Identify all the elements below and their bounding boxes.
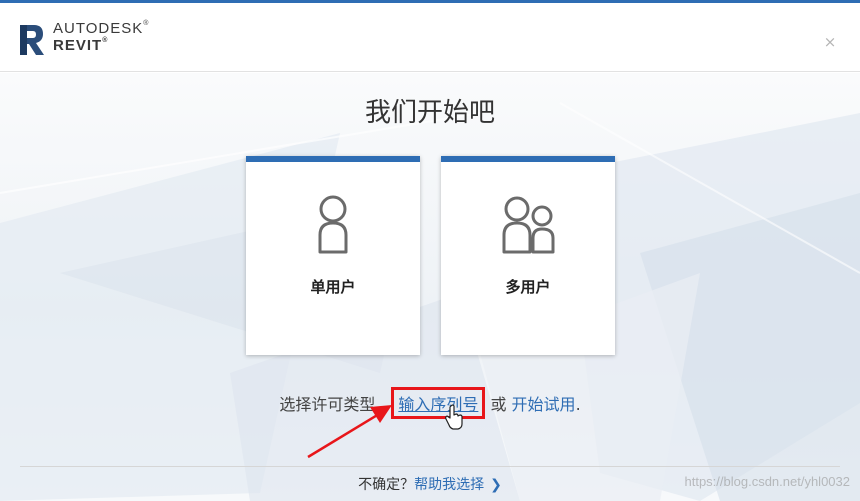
background-art [0,102,860,501]
multi-user-card[interactable]: 多用户 [441,156,615,355]
revit-logo-icon [20,25,44,55]
help-me-choose-link[interactable]: 帮助我选择 [414,477,484,493]
page-title: 我们开始吧 [364,98,495,128]
single-user-card[interactable]: 单用户 [246,156,420,355]
header: AUTODESK® REVIT® × [0,3,860,72]
enter-serial-link[interactable]: 输入序列号 [391,387,486,419]
multi-user-icon [502,196,555,254]
or-text: 或 [485,395,512,414]
multi-user-label: 多用户 [505,278,551,296]
watermark: https://blog.csdn.net/yhl0032 [684,474,850,489]
period-text: . [575,395,581,414]
hand-cursor-icon [445,404,463,430]
single-user-icon [318,195,348,254]
license-prompt-text: 选择许可类型， [279,395,392,414]
main-content [0,73,860,501]
chevron-right-icon[interactable]: ❯ [490,477,502,493]
start-trial-link[interactable]: 开始试用 [512,395,576,414]
close-button[interactable]: × [820,32,840,52]
brand-autodesk: AUTODESK [53,20,144,37]
unsure-text: 不确定？ [358,477,415,493]
footer-divider [20,466,840,467]
single-user-label: 单用户 [310,278,356,296]
brand-revit: REVIT [53,37,103,54]
license-type-prompt: 选择许可类型， 输入序列号 或 开始试用. [0,387,860,419]
